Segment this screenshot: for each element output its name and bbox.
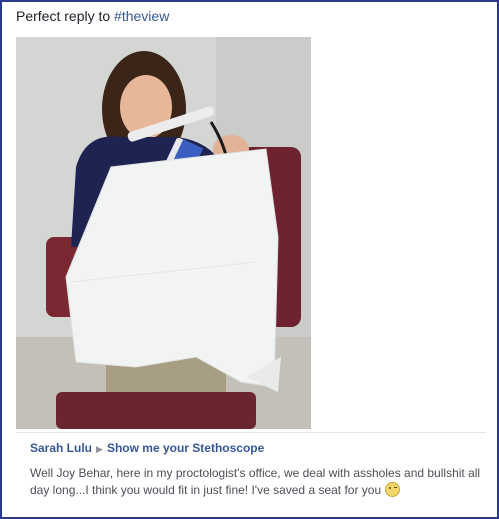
arrow-right-icon: ▶ [96, 444, 103, 454]
group-link[interactable]: Show me your Stethoscope [107, 441, 264, 455]
post-attribution: Sarah Lulu ▶ Show me your Stethoscope [30, 441, 486, 455]
post-caption: Perfect reply to #theview [16, 8, 169, 24]
hashtag-link[interactable]: #theview [114, 8, 169, 24]
wink-emoji-icon [384, 482, 400, 497]
post-photo[interactable] [16, 37, 311, 429]
author-link[interactable]: Sarah Lulu [30, 441, 92, 455]
post-card: Perfect reply to #theview Sarah Lulu ▶ S… [0, 0, 499, 519]
comment-text: Well Joy Behar, here in my proctologist'… [30, 466, 481, 497]
comment-text-block: Well Joy Behar, here in my proctologist'… [30, 465, 490, 499]
post-caption-text: Perfect reply to [16, 8, 115, 24]
shared-post-meta: Sarah Lulu ▶ Show me your Stethoscope Well… [16, 432, 486, 499]
